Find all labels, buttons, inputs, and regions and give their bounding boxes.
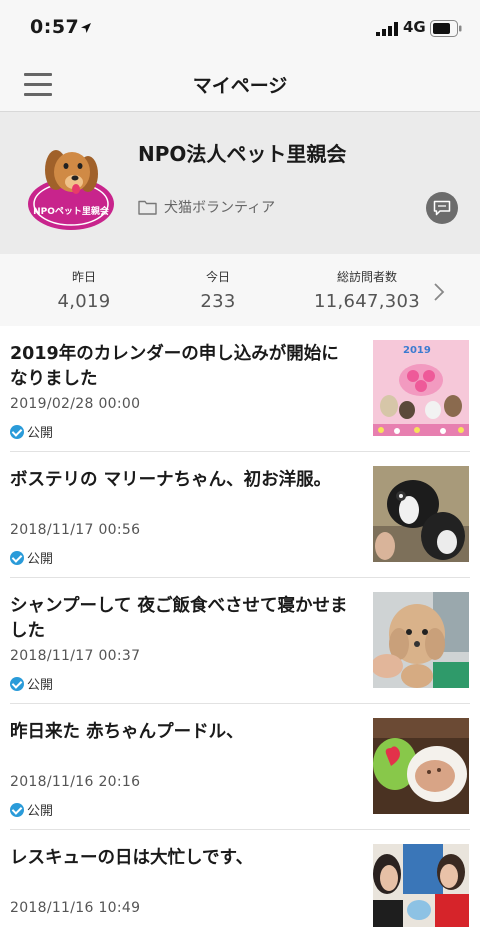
status-label: 公開: [27, 804, 54, 819]
network-type: 4G: [403, 18, 426, 36]
post-list: 2019年のカレンダーの申し込みが開始になりました 2019/02/28 00:…: [0, 326, 480, 927]
check-circle-icon: [10, 803, 24, 817]
post-thumbnail: [373, 718, 469, 814]
stat-value: 11,647,303: [313, 291, 421, 312]
post-status: 公開: [10, 422, 53, 441]
post-thumbnail: 2019: [373, 340, 469, 436]
post-title: シャンプーして 夜ご飯食べさせて寝かせました: [10, 596, 348, 641]
list-item[interactable]: シャンプーして 夜ご飯食べさせて寝かせました 2018/11/17 00:37 …: [10, 578, 470, 704]
nav-bar: マイページ: [0, 58, 480, 112]
stat-value: 4,019: [57, 291, 111, 312]
status-label: 公開: [27, 552, 54, 567]
post-title: ボステリの マリーナちゃん、初お洋服。: [10, 470, 332, 490]
post-title: レスキューの日は大忙しです、: [10, 848, 254, 868]
stat-label: 今日: [205, 270, 230, 284]
logo-text: NPOペット里親会: [33, 205, 110, 217]
post-thumbnail: [373, 466, 469, 562]
post-status: 公開: [10, 548, 53, 567]
check-circle-icon: [10, 677, 24, 691]
message-icon: [433, 200, 451, 216]
status-label: 公開: [27, 426, 54, 441]
stat-yesterday: 昨日 4,019: [34, 268, 134, 312]
message-button[interactable]: [426, 192, 458, 224]
post-title: 2019年のカレンダーの申し込みが開始になりました: [10, 344, 339, 389]
stat-today: 今日 233: [168, 268, 268, 312]
post-date: 2018/11/17 00:37: [10, 648, 141, 664]
check-circle-icon: [10, 425, 24, 439]
post-date: 2018/11/17 00:56: [10, 522, 141, 538]
post-date: 2018/11/16 20:16: [10, 774, 141, 790]
battery-icon: [430, 20, 462, 37]
list-item[interactable]: 昨日来た 赤ちゃんプードル、 2018/11/16 20:16 公開: [10, 704, 470, 830]
profile-name: NPO法人ペット里親会: [138, 142, 347, 166]
page-title: マイページ: [192, 75, 288, 97]
check-circle-icon: [10, 551, 24, 565]
location-arrow-icon: [81, 23, 91, 33]
folder-icon: [138, 200, 157, 215]
signal-icon: [376, 22, 398, 36]
profile-header: NPOペット里親会 NPO法人ペット里親会 犬猫ボランティア: [0, 112, 480, 254]
list-item[interactable]: 2019年のカレンダーの申し込みが開始になりました 2019/02/28 00:…: [10, 326, 470, 452]
post-title: 昨日来た 赤ちゃんプードル、: [10, 722, 244, 742]
thumb-text: 2019: [403, 345, 431, 356]
stat-label: 総訪問者数: [336, 270, 397, 284]
stat-value: 233: [200, 291, 236, 312]
list-item[interactable]: ボステリの マリーナちゃん、初お洋服。 2018/11/17 00:56 公開: [10, 452, 470, 578]
post-thumbnail: [373, 844, 469, 927]
post-date: 2019/02/28 00:00: [10, 396, 141, 412]
post-status: 公開: [10, 800, 53, 819]
status-time: 0:57: [30, 16, 80, 38]
stat-total-visitors: 総訪問者数 11,647,303: [292, 268, 442, 312]
chevron-right-icon[interactable]: [433, 282, 445, 302]
status-label: 公開: [27, 678, 54, 693]
post-thumbnail: [373, 592, 469, 688]
status-bar: 0:57 4G: [0, 0, 480, 58]
list-item[interactable]: レスキューの日は大忙しです、 2018/11/16 10:49: [10, 830, 470, 927]
profile-logo[interactable]: NPOペット里親会: [26, 142, 116, 232]
profile-category[interactable]: 犬猫ボランティア: [164, 197, 275, 217]
access-stats[interactable]: 昨日 4,019 今日 233 総訪問者数 11,647,303: [0, 254, 480, 326]
post-status: 公開: [10, 674, 53, 693]
stat-label: 昨日: [71, 270, 96, 284]
post-date: 2018/11/16 10:49: [10, 900, 141, 916]
